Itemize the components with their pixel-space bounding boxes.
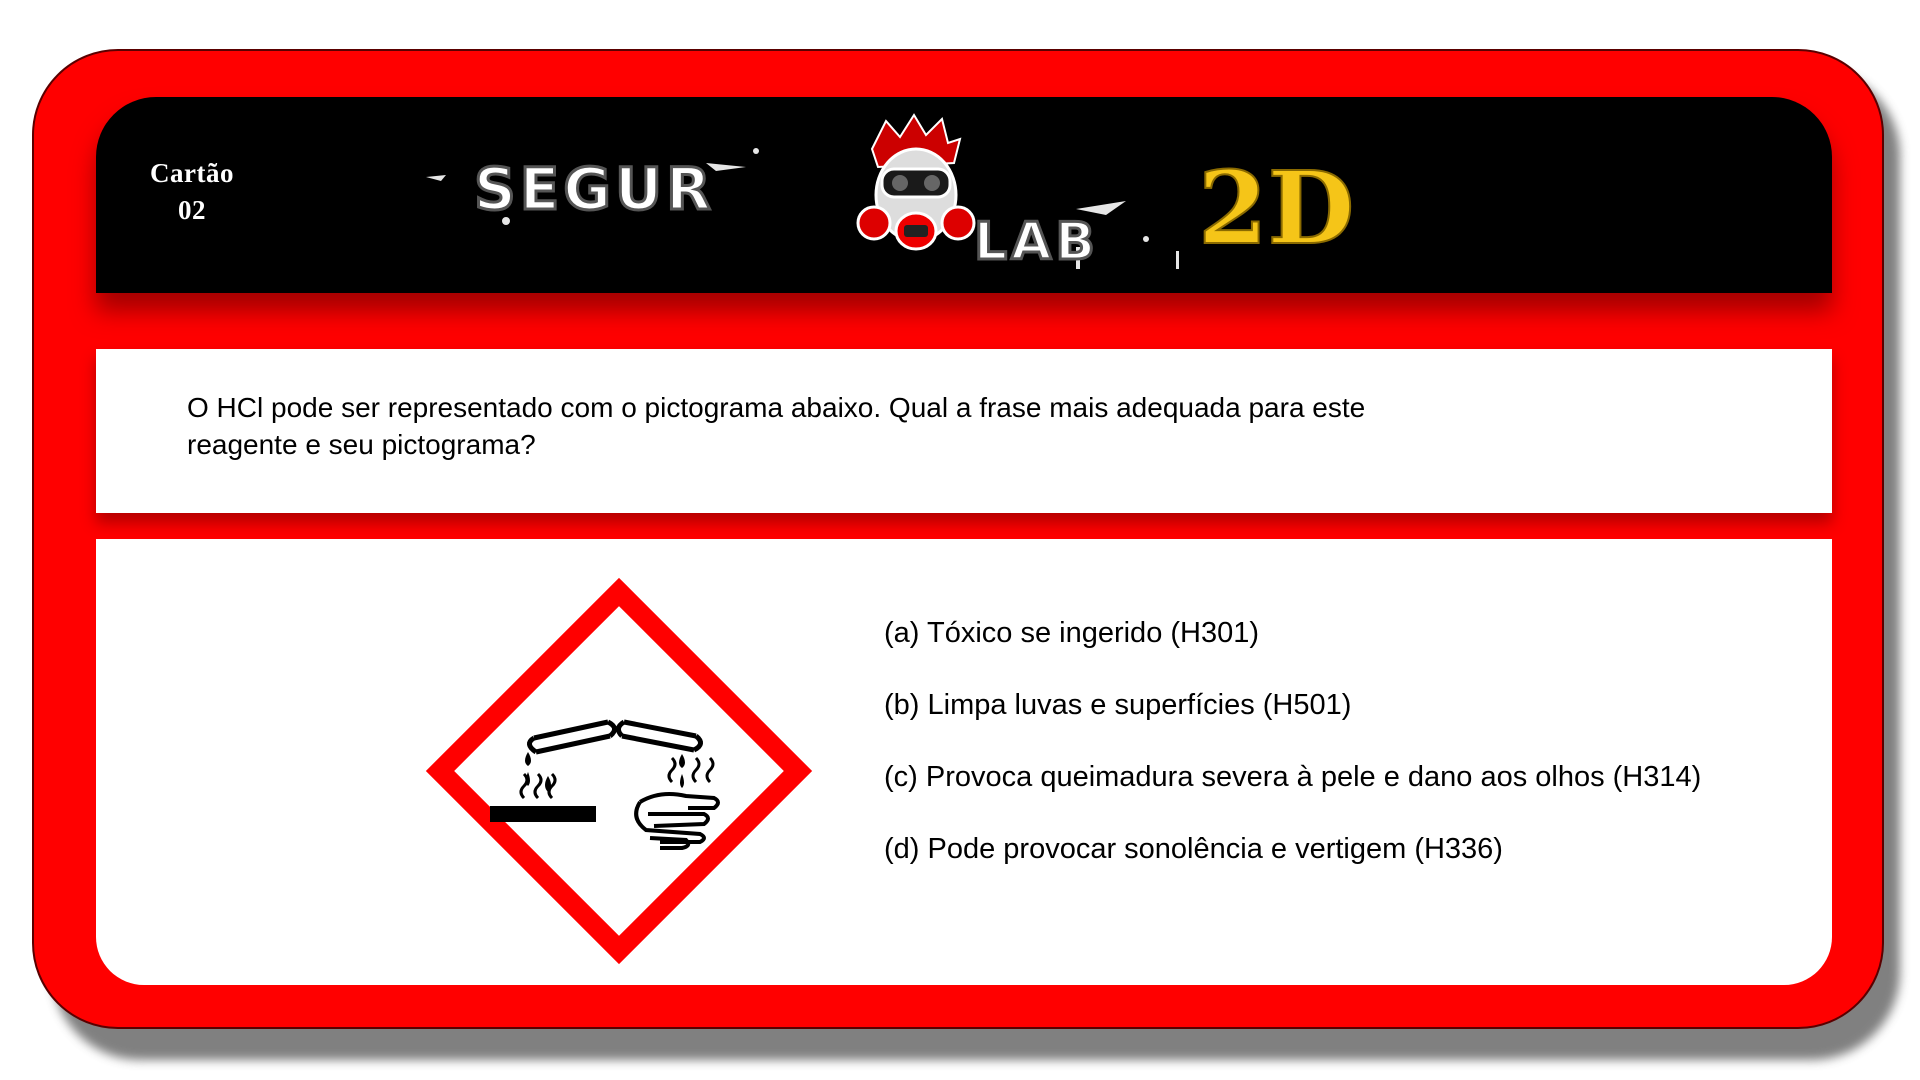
option-c[interactable]: (c) Provoca queimadura severa à pele e d… xyxy=(884,757,1701,797)
card-header: Cartão 02 SEGUR LAB 2D xyxy=(96,97,1832,293)
gas-mask-mascot-icon xyxy=(856,113,976,251)
logo-text-lab: LAB xyxy=(974,212,1099,272)
question-text: O HCl pode ser representado com o pictog… xyxy=(187,389,1607,463)
answer-panel: (a) Tóxico se ingerido (H301) (b) Limpa … xyxy=(96,539,1832,985)
option-a[interactable]: (a) Tóxico se ingerido (H301) xyxy=(884,613,1701,653)
logo-text-2d: 2D xyxy=(1198,149,1354,267)
question-panel: O HCl pode ser representado com o pictog… xyxy=(96,349,1832,513)
segur-lab-logo: SEGUR LAB 2D xyxy=(426,113,1355,274)
corrosive-ghs-pictogram-icon xyxy=(425,577,813,965)
question-line-1: O HCl pode ser representado com o pictog… xyxy=(187,392,1366,423)
quiz-card: Cartão 02 SEGUR LAB 2D O HCl pode ser re… xyxy=(32,49,1884,1029)
logo-text-segur: SEGUR xyxy=(474,155,715,223)
option-d[interactable]: (d) Pode provocar sonolência e vertigem … xyxy=(884,829,1701,869)
question-line-2: reagente e seu pictograma? xyxy=(187,429,536,460)
option-b[interactable]: (b) Limpa luvas e superfícies (H501) xyxy=(884,685,1701,725)
answer-options: (a) Tóxico se ingerido (H301) (b) Limpa … xyxy=(884,613,1701,901)
